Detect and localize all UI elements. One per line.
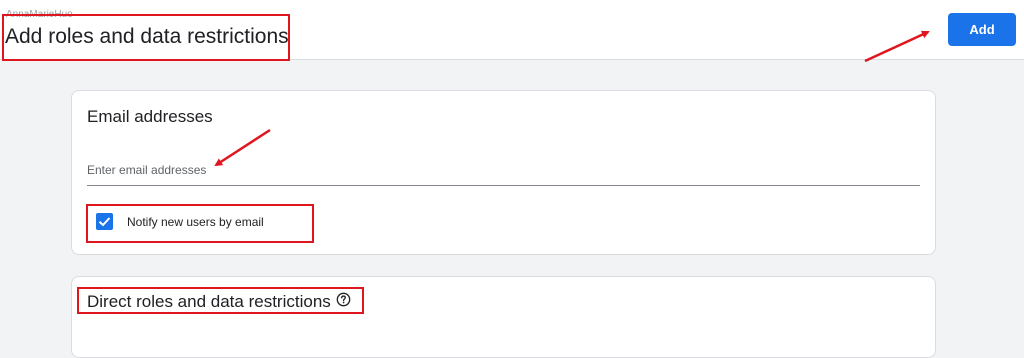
notify-users-label: Notify new users by email: [127, 215, 264, 229]
notify-users-checkbox[interactable]: [96, 213, 113, 230]
email-field[interactable]: [87, 155, 920, 186]
checkmark-icon: [98, 217, 111, 227]
direct-roles-title: Direct roles and data restrictions: [87, 292, 331, 311]
breadcrumb: AnnaMarieHuo: [6, 9, 73, 18]
email-addresses-card: Email addresses Notify new users by emai…: [71, 90, 936, 255]
email-card-title: Email addresses: [87, 107, 213, 126]
add-button[interactable]: Add: [948, 13, 1016, 46]
help-circle-icon[interactable]: [336, 292, 351, 307]
direct-roles-card: Direct roles and data restrictions: [71, 276, 936, 358]
page-title: Add roles and data restrictions: [5, 25, 289, 48]
page-header: AnnaMarieHuo Add roles and data restrict…: [0, 0, 1024, 60]
